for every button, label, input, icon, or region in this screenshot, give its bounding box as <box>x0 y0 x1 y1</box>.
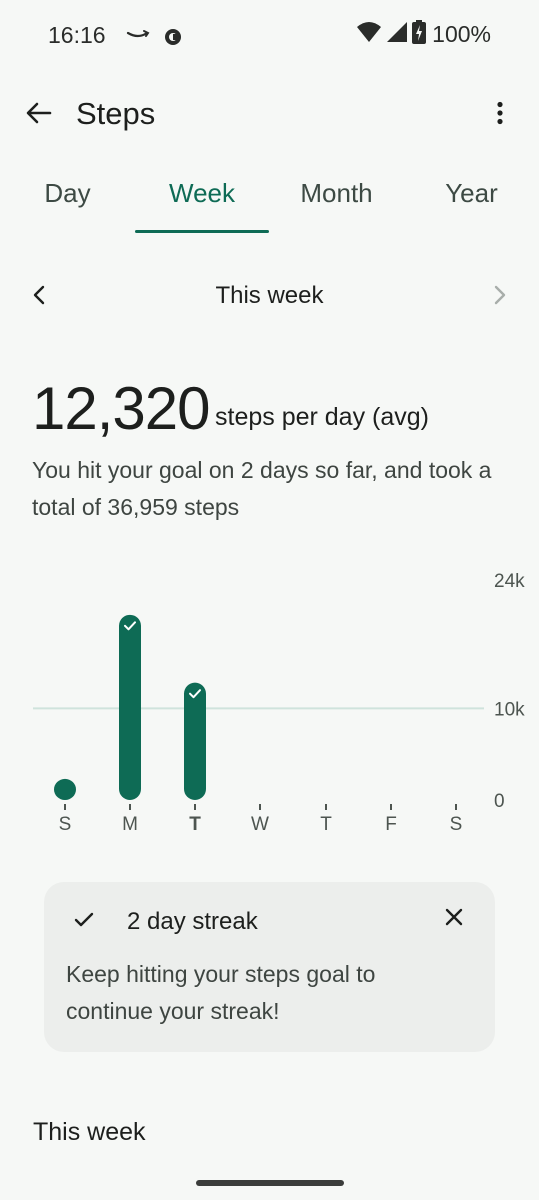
battery-percentage: 100% <box>432 21 491 47</box>
day-label: S <box>59 814 72 835</box>
streak-message: Keep hitting your steps goal to continue… <box>66 961 376 1024</box>
next-period-button[interactable] <box>485 282 515 312</box>
y-tick-label: 24k <box>494 571 525 592</box>
cellular-signal-icon <box>386 21 408 48</box>
day-label: T <box>189 814 201 835</box>
tab-month[interactable]: Month <box>269 178 404 230</box>
dismiss-streak-button[interactable] <box>439 904 469 934</box>
section-title: This week <box>33 1118 146 1146</box>
previous-period-button[interactable] <box>24 282 54 312</box>
summary-description: You hit your goal on 2 days so far, and … <box>32 457 492 520</box>
weekly-steps-chart: 24k 10k 0 S M T W T F S <box>33 571 525 835</box>
close-icon <box>445 908 463 931</box>
bar-2[interactable] <box>184 682 206 800</box>
chevron-right-icon <box>493 285 507 310</box>
status-time: 16:16 <box>48 22 106 48</box>
chevron-left-icon <box>32 285 46 310</box>
tab-day[interactable]: Day <box>0 178 135 230</box>
tab-year[interactable]: Year <box>404 178 539 230</box>
day-label: M <box>122 814 138 835</box>
status-icons: 100% <box>356 20 491 49</box>
overflow-menu-button[interactable] <box>483 98 517 132</box>
tab-week[interactable]: Week <box>135 178 269 230</box>
page-title: Steps <box>76 96 156 131</box>
period-label: This week <box>215 282 324 309</box>
more-vert-icon <box>496 101 504 130</box>
selected-tab-indicator <box>135 230 269 233</box>
streak-title: 2 day streak <box>127 908 258 935</box>
average-steps-unit: steps per day (avg) <box>215 403 429 431</box>
day-label: W <box>251 814 269 835</box>
arrow-left-icon <box>26 102 52 129</box>
sync-circle-icon <box>162 26 184 53</box>
y-tick-label: 0 <box>494 791 505 812</box>
y-tick-label: 10k <box>494 699 525 720</box>
bar-0[interactable] <box>54 778 76 800</box>
average-steps-value: 12,320 <box>32 375 211 442</box>
bar-1[interactable] <box>119 614 141 800</box>
amazon-smile-icon <box>126 24 150 49</box>
gesture-navigation-bar[interactable] <box>196 1180 344 1186</box>
check-icon <box>72 908 96 932</box>
day-label: T <box>320 814 332 835</box>
battery-charging-icon <box>412 20 427 49</box>
day-label: S <box>450 814 463 835</box>
wifi-icon <box>356 21 382 48</box>
day-label: F <box>385 814 397 835</box>
back-button[interactable] <box>22 98 56 132</box>
streak-card: 2 day streak Keep hitting your steps goa… <box>44 882 495 1052</box>
